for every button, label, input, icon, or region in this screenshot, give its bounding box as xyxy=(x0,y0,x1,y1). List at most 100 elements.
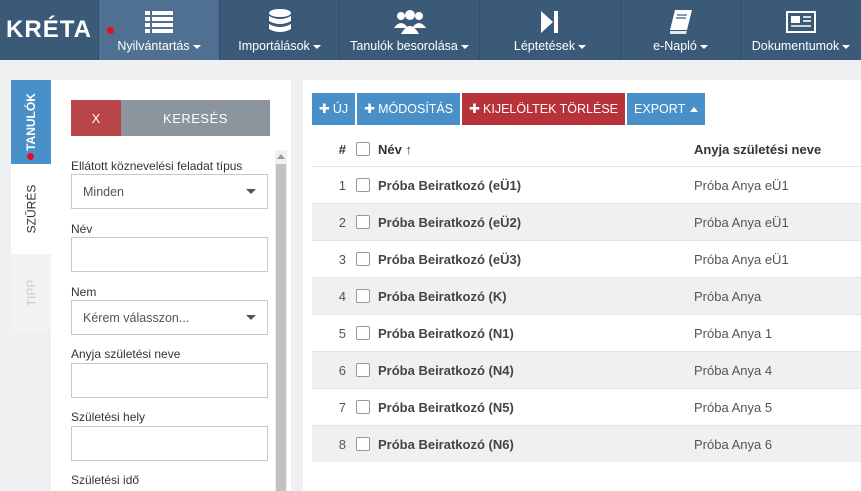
anyja-neve-label: Anyja születési neve xyxy=(71,347,181,361)
szuletesi-hely-label: Születési hely xyxy=(71,410,146,424)
chevron-down-icon xyxy=(699,44,708,49)
header-num: # xyxy=(338,141,346,157)
row-mother: Próba Anya 6 xyxy=(694,436,773,452)
kreta-logo[interactable]: KRÉTA xyxy=(0,0,98,60)
row-num: 6 xyxy=(338,362,346,378)
plus-icon: ✚ xyxy=(469,101,481,116)
nav-dokumentumok[interactable]: Dokumentumok xyxy=(740,0,861,60)
header-mother[interactable]: Anyja születési neve xyxy=(685,142,861,157)
modify-label: MÓDOSÍTÁS xyxy=(378,102,454,116)
table-row[interactable]: 4 Próba Beiratkozó (K) Próba Anya xyxy=(312,277,861,314)
nev-input[interactable] xyxy=(71,237,268,272)
delete-selected-button[interactable]: ✚ KIJELÖLTEK TÖRLÉSE xyxy=(462,93,626,125)
new-label: ÚJ xyxy=(332,102,349,116)
filter-buttons: X KERESÉS xyxy=(71,100,270,136)
row-name: Próba Beiratkozó (N5) xyxy=(378,399,514,415)
nav-label: Importálások xyxy=(238,39,310,53)
nav-e-naplo[interactable]: e-Napló xyxy=(620,0,740,60)
nav-tanulok-besorolasa[interactable]: Tanulók besorolása xyxy=(339,0,479,60)
row-checkbox[interactable] xyxy=(356,178,370,192)
dropdown-toggle[interactable] xyxy=(234,175,267,208)
row-name: Próba Beiratkozó (eÜ1) xyxy=(378,177,522,193)
delete-label: KIJELÖLTEK TÖRLÉSE xyxy=(483,102,619,116)
nav-label: Nyilvántartás xyxy=(117,39,190,53)
row-checkbox[interactable] xyxy=(356,252,370,266)
top-navbar: KRÉTA Nyilvántartás Importálások Tanulók… xyxy=(0,0,861,60)
table-row[interactable]: 6 Próba Beiratkozó (N4) Próba Anya 4 xyxy=(312,351,861,388)
scroll-up-icon[interactable] xyxy=(277,154,285,159)
row-name: Próba Beiratkozó (N1) xyxy=(378,325,514,341)
row-checkbox[interactable] xyxy=(356,363,370,377)
plus-icon: ✚ xyxy=(319,101,330,116)
plus-icon: ✚ xyxy=(364,101,376,116)
row-checkbox[interactable] xyxy=(356,326,370,340)
nav-label: Dokumentumok xyxy=(751,39,840,53)
table-row[interactable]: 7 Próba Beiratkozó (N5) Próba Anya 5 xyxy=(312,388,861,425)
modify-button[interactable]: ✚ MÓDOSÍTÁS xyxy=(357,93,461,125)
nav-importalasok[interactable]: Importálások xyxy=(219,0,339,60)
szuletesi-ido-label: Születési idő xyxy=(71,473,140,487)
feladat-tipus-value: Minden xyxy=(83,184,124,199)
main-content: ✚ ÚJ ✚ MÓDOSÍTÁS ✚ KIJELÖLTEK TÖRLÉSE EXPOR… xyxy=(303,80,861,491)
row-num: 5 xyxy=(338,325,346,341)
side-tabs: TANULÓK SZŰRÉS TIPP xyxy=(11,80,51,332)
row-checkbox[interactable] xyxy=(356,400,370,414)
new-button[interactable]: ✚ ÚJ xyxy=(312,93,356,125)
nem-select[interactable]: Kérem válasszon... xyxy=(71,300,268,335)
tab-tipp-label: TIPP xyxy=(23,279,38,307)
nem-placeholder: Kérem válasszon... xyxy=(83,310,190,325)
clear-filter-button[interactable]: X xyxy=(71,100,121,136)
tab-szures-label: SZŰRÉS xyxy=(24,184,38,234)
table-row[interactable]: 2 Próba Beiratkozó (eÜ2) Próba Anya eÜ1 xyxy=(312,203,861,240)
row-name: Próba Beiratkozó (eÜ3) xyxy=(378,251,522,267)
table-row[interactable]: 1 Próba Beiratkozó (eÜ1) Próba Anya eÜ1 xyxy=(312,166,861,203)
dropdown-toggle[interactable] xyxy=(234,301,267,334)
tab-tipp[interactable]: TIPP xyxy=(11,254,51,332)
row-checkbox[interactable] xyxy=(356,289,370,303)
row-num: 3 xyxy=(338,251,346,267)
row-num: 8 xyxy=(338,436,346,452)
row-num: 4 xyxy=(338,288,346,304)
grid-toolbar: ✚ ÚJ ✚ MÓDOSÍTÁS ✚ KIJELÖLTEK TÖRLÉSE EXPOR… xyxy=(312,93,706,125)
chevron-down-icon xyxy=(245,189,256,194)
row-num: 1 xyxy=(338,177,346,193)
export-button[interactable]: EXPORT xyxy=(627,93,706,125)
tab-tanulok-label: TANULÓK xyxy=(24,93,38,151)
table-row[interactable]: 5 Próba Beiratkozó (N1) Próba Anya 1 xyxy=(312,314,861,351)
feladat-tipus-select[interactable]: Minden xyxy=(71,174,268,209)
list-icon xyxy=(145,10,173,34)
tab-szures[interactable]: SZŰRÉS xyxy=(11,164,51,254)
book-icon xyxy=(669,10,692,34)
nav-nyilvantartas[interactable]: Nyilvántartás xyxy=(98,0,219,60)
row-num: 2 xyxy=(338,214,346,230)
chevron-down-icon xyxy=(192,44,201,49)
row-checkbox[interactable] xyxy=(356,437,370,451)
anyja-neve-input[interactable] xyxy=(71,363,268,398)
row-mother: Próba Anya 1 xyxy=(694,325,773,341)
select-all-checkbox[interactable] xyxy=(356,142,370,156)
nev-label: Név xyxy=(71,222,93,236)
newspaper-icon xyxy=(786,10,816,34)
nav-leptetesek[interactable]: Léptetések xyxy=(479,0,620,60)
tab-tanulok[interactable]: TANULÓK xyxy=(11,80,51,164)
row-checkbox[interactable] xyxy=(356,215,370,229)
chevron-down-icon xyxy=(245,315,256,320)
step-forward-icon xyxy=(541,10,559,34)
table-row[interactable]: 8 Próba Beiratkozó (N6) Próba Anya 6 xyxy=(312,425,861,462)
nav-label: Léptetések xyxy=(513,39,576,53)
header-name[interactable]: Név ↑ xyxy=(376,142,685,157)
table-row[interactable]: 3 Próba Beiratkozó (eÜ3) Próba Anya eÜ1 xyxy=(312,240,861,277)
scrollbar-thumb[interactable] xyxy=(276,164,286,491)
szuletesi-hely-input[interactable] xyxy=(71,426,268,461)
filter-panel: X KERESÉS Ellátott köznevelési feladat t… xyxy=(51,80,291,491)
row-mother: Próba Anya eÜ1 xyxy=(694,214,789,230)
feladat-tipus-label: Ellátott köznevelési feladat típus xyxy=(71,159,243,173)
table-body: 1 Próba Beiratkozó (eÜ1) Próba Anya eÜ1 … xyxy=(312,166,861,462)
notification-dot xyxy=(27,153,34,160)
row-name: Próba Beiratkozó (K) xyxy=(378,288,507,304)
search-button[interactable]: KERESÉS xyxy=(121,100,270,136)
database-icon xyxy=(268,9,291,34)
row-mother: Próba Anya eÜ1 xyxy=(694,251,789,267)
row-num: 7 xyxy=(338,399,346,415)
filter-scrollbar[interactable] xyxy=(275,150,287,491)
